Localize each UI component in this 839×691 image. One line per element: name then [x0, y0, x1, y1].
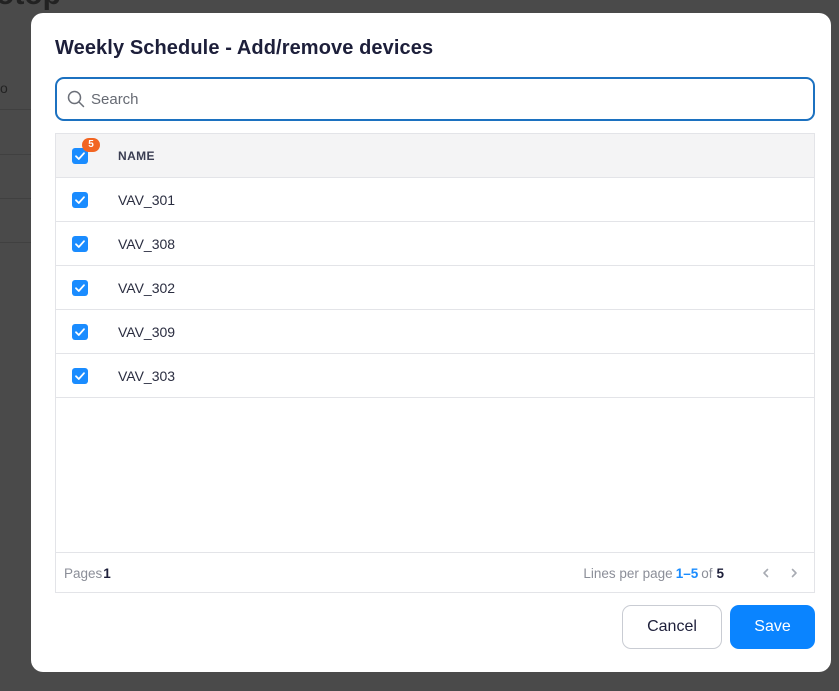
device-name: VAV_303 — [118, 367, 176, 384]
check-icon — [75, 239, 85, 248]
row-checkbox-cell — [56, 354, 118, 397]
table-footer: Pages 1 Lines per page 1–5 of 5 — [56, 552, 814, 593]
row-checkbox[interactable] — [72, 279, 88, 296]
chevron-right-icon — [791, 568, 797, 578]
range-value: 1–5 — [675, 565, 699, 581]
prev-page-button[interactable] — [754, 561, 778, 585]
pagination-info: Lines per page 1–5 of 5 — [583, 561, 806, 585]
row-checkbox-cell — [56, 178, 118, 221]
check-icon — [75, 195, 85, 204]
chevron-left-icon — [763, 568, 769, 578]
cancel-button[interactable]: Cancel — [622, 605, 722, 649]
row-checkbox[interactable] — [72, 323, 88, 340]
table-row[interactable]: VAV_302 — [56, 266, 814, 310]
save-button[interactable]: Save — [730, 605, 815, 649]
pages-value: 1 — [103, 565, 111, 581]
search-icon — [67, 90, 85, 108]
device-name: VAV_301 — [118, 191, 176, 208]
device-name: VAV_309 — [118, 323, 176, 340]
table-row[interactable]: VAV_309 — [56, 310, 814, 354]
total-value: 5 — [716, 565, 724, 581]
row-checkbox[interactable] — [72, 235, 88, 252]
name-column-header[interactable]: NAME — [118, 149, 155, 163]
search-input[interactable] — [91, 90, 771, 108]
selected-count-badge: 5 — [82, 138, 100, 152]
table-row[interactable]: VAV_308 — [56, 222, 814, 266]
device-name: VAV_302 — [118, 279, 176, 296]
table-row[interactable]: VAV_301 — [56, 178, 814, 222]
row-checkbox[interactable] — [72, 191, 88, 208]
row-checkbox-cell — [56, 222, 118, 265]
search-box[interactable] — [55, 77, 815, 121]
check-icon — [75, 327, 85, 336]
row-checkbox-cell — [56, 310, 118, 353]
devices-table: 5 NAME VAV_301 VAV_308 VAV_302 VAV_309 V… — [55, 133, 815, 593]
next-page-button[interactable] — [782, 561, 806, 585]
check-icon — [75, 151, 85, 160]
of-label: of — [701, 565, 713, 581]
lines-per-page-label: Lines per page — [583, 565, 673, 581]
dialog-title: Weekly Schedule - Add/remove devices — [55, 37, 434, 59]
device-name: VAV_308 — [118, 235, 176, 252]
pages-label: Pages — [64, 565, 103, 581]
check-icon — [75, 371, 85, 380]
table-row[interactable]: VAV_303 — [56, 354, 814, 398]
add-remove-devices-dialog: Weekly Schedule - Add/remove devices 5 N… — [31, 13, 831, 672]
row-checkbox[interactable] — [72, 367, 88, 384]
check-icon — [75, 283, 85, 292]
row-checkbox-cell — [56, 266, 118, 309]
select-all-cell: 5 — [56, 134, 118, 177]
table-header: 5 NAME — [56, 134, 814, 178]
